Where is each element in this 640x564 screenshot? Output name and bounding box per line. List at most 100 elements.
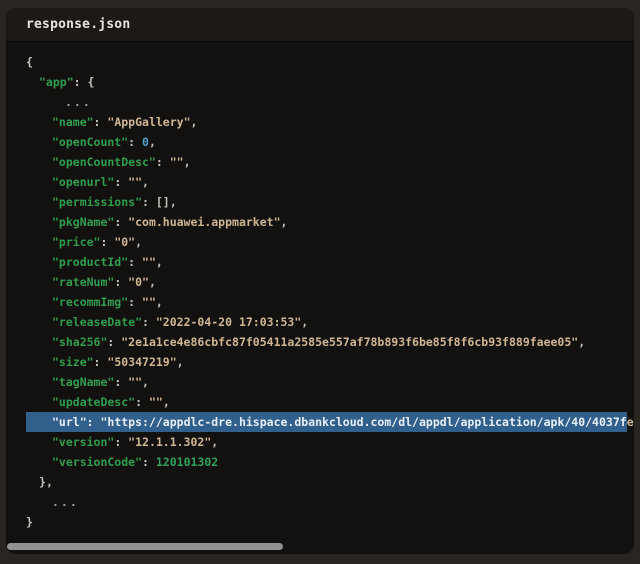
- code-token-punc: :: [74, 75, 88, 89]
- code-token-str: eaa: [627, 415, 634, 429]
- code-token-punc: :: [114, 435, 128, 449]
- code-token-str: "": [170, 155, 184, 169]
- code-token-key: "versionCode": [52, 455, 142, 469]
- code-token-punc: }: [39, 475, 46, 489]
- code-token-key: "size": [52, 355, 94, 369]
- code-token-punc: ,: [281, 215, 288, 229]
- code-token-key: "openCountDesc": [52, 155, 156, 169]
- code-token-str: "https://appdlc-dre.hispace.dbankcloud.c…: [100, 415, 626, 429]
- code-line: "size": "50347219",: [6, 352, 634, 372]
- code-token-punc: ,: [142, 375, 149, 389]
- code-token-punc: :: [128, 135, 142, 149]
- code-token-key: "productId": [52, 255, 128, 269]
- code-line: "updateDesc": "",: [6, 392, 634, 412]
- code-line: "name": "AppGallery",: [6, 112, 634, 132]
- code-token-punc: ,: [135, 235, 142, 249]
- code-token-str: "0": [114, 235, 135, 249]
- code-line: "permissions": [],: [6, 192, 634, 212]
- code-line: "recommImg": "",: [6, 292, 634, 312]
- code-token-punc: {: [87, 75, 94, 89]
- code-token-punc: ,: [163, 395, 170, 409]
- code-token-punc: :: [128, 255, 142, 269]
- code-line: ...: [6, 92, 634, 112]
- code-token-punc: :: [156, 155, 170, 169]
- code-token-punc: ,: [184, 155, 191, 169]
- code-line: "version": "12.1.1.302",: [6, 432, 634, 452]
- code-token-punc: :: [94, 355, 108, 369]
- code-token-punc: :: [87, 415, 101, 429]
- code-token-key: "url": [52, 415, 87, 429]
- horizontal-scrollbar-thumb[interactable]: [7, 543, 283, 550]
- code-token-key: "version": [52, 435, 114, 449]
- code-token-punc: ,: [156, 295, 163, 309]
- code-token-str: "0": [128, 275, 149, 289]
- code-token-key: "pkgName": [52, 215, 114, 229]
- code-line-selected: "url": "https://appdlc-dre.hispace.dbank…: [6, 412, 634, 432]
- code-token-punc: }: [26, 515, 33, 529]
- code-line: "price": "0",: [6, 232, 634, 252]
- code-token-punc: ,: [149, 275, 156, 289]
- code-token-punc: :: [128, 295, 142, 309]
- code-token-punc: ,: [578, 335, 585, 349]
- code-token-punc: []: [156, 195, 170, 209]
- code-token-punc: ,: [191, 115, 198, 129]
- code-token-punc: ,: [177, 355, 184, 369]
- code-token-punc: :: [114, 275, 128, 289]
- json-code-area[interactable]: {"app": {..."name": "AppGallery","openCo…: [6, 42, 634, 532]
- code-token-punc: :: [142, 315, 156, 329]
- code-line: "app": {: [6, 72, 634, 92]
- code-token-punc: {: [26, 55, 33, 69]
- code-token-punc: ,: [156, 255, 163, 269]
- code-token-str: "AppGallery": [107, 115, 190, 129]
- code-token-str: "50347219": [107, 355, 176, 369]
- code-token-key: "openurl": [52, 175, 114, 189]
- code-token-num-blue: 0: [142, 135, 149, 149]
- code-token-punc: ,: [211, 435, 218, 449]
- code-token-punc: :: [107, 335, 121, 349]
- code-token-punc: ,: [149, 135, 156, 149]
- code-token-key: "recommImg": [52, 295, 128, 309]
- code-line: {: [6, 52, 634, 72]
- title-bar: response.json: [6, 8, 634, 42]
- code-token-str: "": [128, 375, 142, 389]
- code-token-key: "price": [52, 235, 100, 249]
- code-token-ellipsis: ...: [65, 95, 92, 109]
- code-token-punc: :: [114, 375, 128, 389]
- code-line: ...: [6, 492, 634, 512]
- code-token-str: "": [128, 175, 142, 189]
- code-token-key: "app": [39, 75, 74, 89]
- code-token-str: "": [142, 255, 156, 269]
- code-line: "sha256": "2e1a1ce4e86cbfc87f05411a2585e…: [6, 332, 634, 352]
- code-line: "versionCode": 120101302: [6, 452, 634, 472]
- code-line: "rateNum": "0",: [6, 272, 634, 292]
- code-token-punc: ,: [170, 195, 177, 209]
- code-token-ellipsis: ...: [52, 495, 79, 509]
- code-token-num-green: 120101302: [156, 455, 218, 469]
- code-line: "releaseDate": "2022-04-20 17:03:53",: [6, 312, 634, 332]
- code-token-key: "releaseDate": [52, 315, 142, 329]
- code-token-key: "sha256": [52, 335, 107, 349]
- code-line: "openurl": "",: [6, 172, 634, 192]
- code-token-punc: :: [114, 175, 128, 189]
- code-token-key: "rateNum": [52, 275, 114, 289]
- code-line: "openCount": 0,: [6, 132, 634, 152]
- code-token-key: "permissions": [52, 195, 142, 209]
- code-line: "tagName": "",: [6, 372, 634, 392]
- code-token-str: "12.1.1.302": [128, 435, 211, 449]
- code-token-punc: :: [114, 215, 128, 229]
- code-token-punc: :: [135, 395, 149, 409]
- code-line: }: [6, 512, 634, 532]
- code-viewer-window: response.json {"app": {..."name": "AppGa…: [6, 8, 634, 554]
- code-token-str: "2022-04-20 17:03:53": [156, 315, 301, 329]
- code-token-key: "name": [52, 115, 94, 129]
- code-line: },: [6, 472, 634, 492]
- code-token-punc: ,: [46, 475, 53, 489]
- code-token-str: "com.huawei.appmarket": [128, 215, 280, 229]
- selection-highlight: "url": "https://appdlc-dre.hispace.dbank…: [26, 412, 627, 432]
- code-token-str: "": [142, 295, 156, 309]
- code-line: "openCountDesc": "",: [6, 152, 634, 172]
- code-line: "productId": "",: [6, 252, 634, 272]
- code-token-punc: :: [100, 235, 114, 249]
- file-name: response.json: [26, 17, 130, 32]
- code-line: "pkgName": "com.huawei.appmarket",: [6, 212, 634, 232]
